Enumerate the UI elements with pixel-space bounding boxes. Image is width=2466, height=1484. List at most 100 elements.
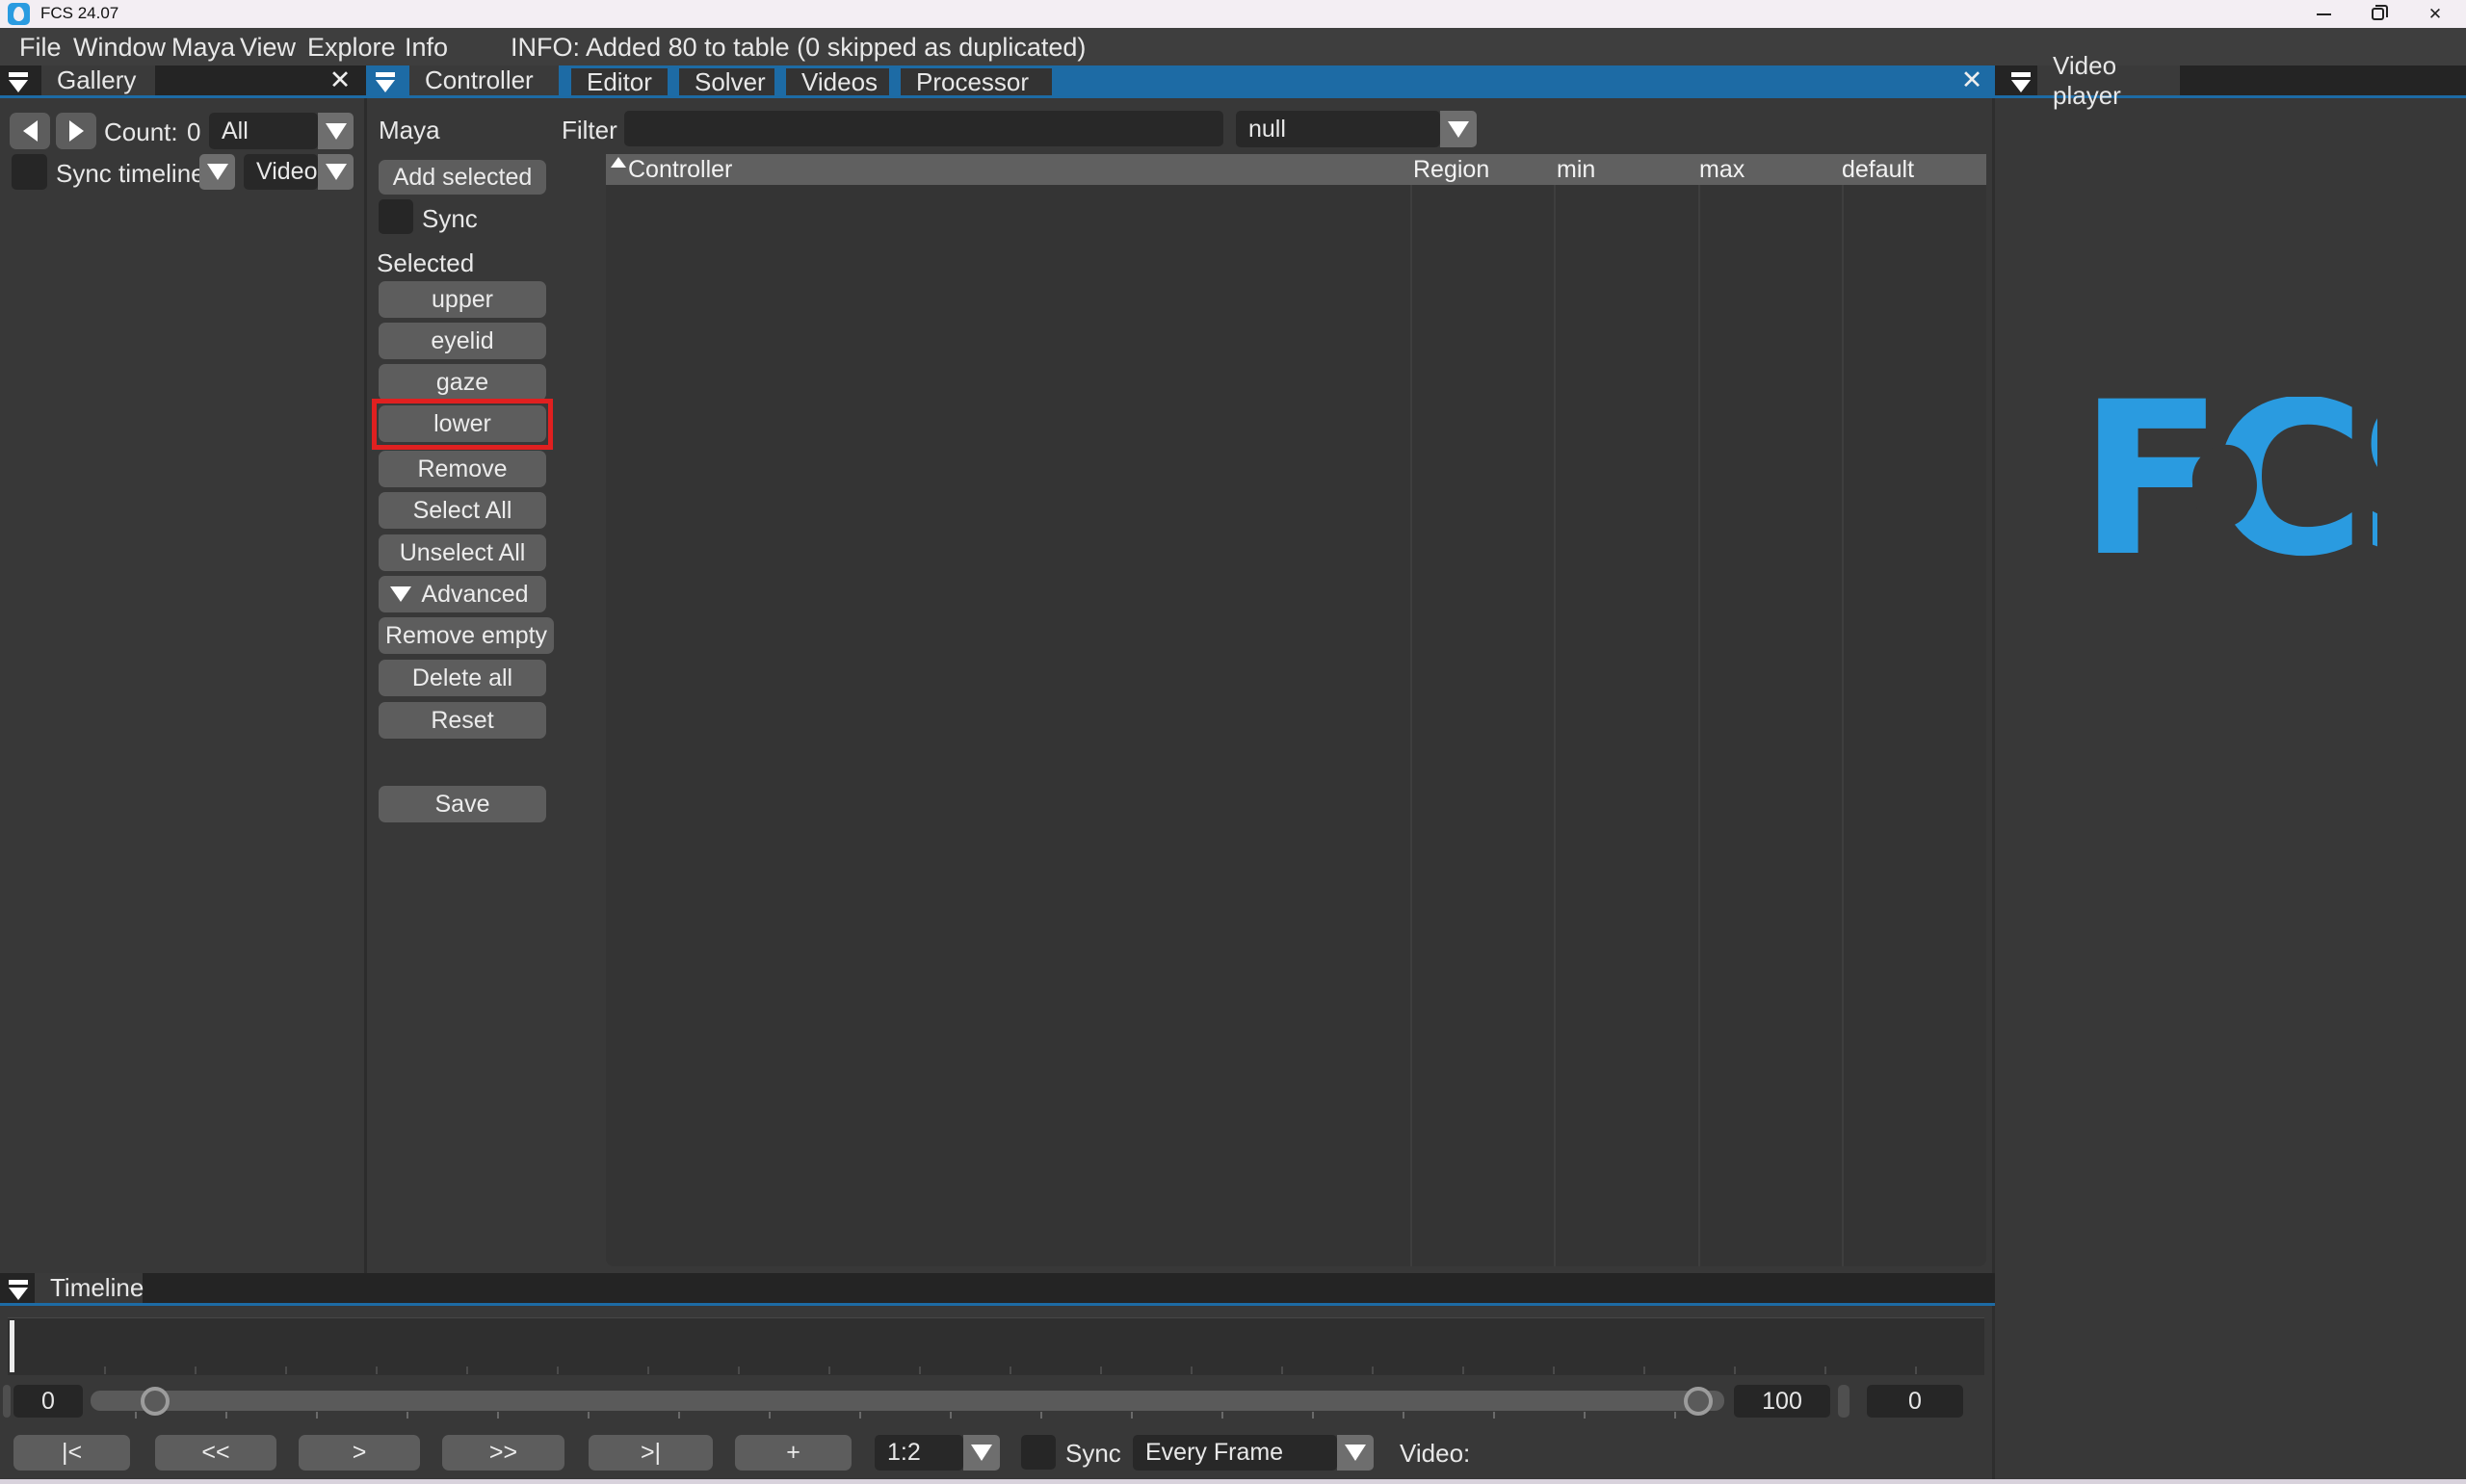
sync-timeline-label: Sync timeline [56,159,205,189]
gallery-next-button[interactable] [56,113,96,149]
splitter-handle[interactable] [3,1385,11,1418]
range-end-field[interactable]: 100 [1734,1385,1830,1418]
collapse-icon[interactable] [375,71,396,92]
controller-panel-header: Controller Editor Solver Videos Processo… [366,65,1995,98]
filter-input[interactable] [624,111,1223,146]
save-button[interactable]: Save [379,786,546,822]
tab-video-player[interactable]: Video player [2037,65,2180,95]
null-dropdown[interactable]: null [1236,111,1440,147]
tab-videos[interactable]: Videos [786,68,889,95]
chevron-down-icon [1345,1445,1366,1461]
minimize-icon [2317,13,2331,15]
ratio-dropdown-arrow[interactable] [963,1435,1000,1471]
controller-table[interactable] [606,185,1986,1266]
sync-timeline-dropdown-arrow[interactable] [199,154,235,190]
collapse-icon[interactable] [8,1279,29,1300]
remove-empty-button[interactable]: Remove empty [379,617,554,654]
timeline-panel-header: Timeline [0,1273,1995,1306]
play-button[interactable]: > [299,1435,420,1471]
column-controller[interactable]: Controller [628,156,732,184]
step-back-button[interactable]: << [155,1435,276,1471]
ratio-dropdown[interactable]: 1:2 [875,1435,963,1471]
advanced-button[interactable]: Advanced [379,576,546,612]
gallery-prev-button[interactable] [10,113,50,149]
menu-maya[interactable]: Maya [171,33,235,63]
timeline-sync-checkbox[interactable] [1021,1435,1056,1470]
range-start-field[interactable]: 0 [13,1385,83,1418]
gallery-video-dropdown-arrow[interactable] [318,154,354,190]
status-message: INFO: Added 80 to table (0 skipped as du… [511,33,1086,63]
highlight-box [372,399,553,450]
remove-button[interactable]: Remove [379,451,546,487]
column-default[interactable]: default [1842,156,1914,184]
column-region[interactable]: Region [1413,156,1489,184]
go-to-end-button[interactable]: >| [589,1435,713,1471]
tab-timeline[interactable]: Timeline [35,1273,143,1303]
select-all-button[interactable]: Select All [379,492,546,529]
menu-explore[interactable]: Explore [307,33,396,63]
collapse-icon[interactable] [8,71,29,92]
playhead[interactable] [10,1320,14,1372]
sync-checkbox[interactable] [379,199,413,234]
splitter-handle[interactable] [1838,1385,1850,1418]
gallery-filter-dropdown[interactable]: All [209,113,318,149]
region-button-gaze[interactable]: gaze [379,364,546,401]
gallery-close-icon[interactable]: ✕ [324,65,356,95]
gallery-panel-header: Gallery ✕ [0,65,366,98]
chevron-down-icon [326,123,347,140]
null-dropdown-arrow[interactable] [1440,111,1477,147]
region-button-eyelid[interactable]: eyelid [379,323,546,359]
gallery-video-dropdown[interactable]: Video [244,154,318,190]
window-bottom-edge [0,1479,2466,1484]
close-button[interactable]: ✕ [2413,0,2457,28]
slider-handle-end[interactable] [1684,1387,1713,1416]
timeline-sync-label: Sync [1065,1439,1121,1469]
column-min[interactable]: min [1557,156,1595,184]
tab-controller[interactable]: Controller [409,65,559,95]
chevron-down-icon [390,586,411,602]
every-frame-dropdown[interactable]: Every Frame [1133,1435,1337,1471]
title-bar: FCS 24.07 ✕ [0,0,2466,28]
restore-icon [2372,8,2384,20]
panel-divider[interactable] [364,98,367,1273]
slider-handle-start[interactable] [141,1387,170,1416]
column-max[interactable]: max [1699,156,1745,184]
controller-close-icon[interactable]: ✕ [1955,65,1988,95]
sync-label: Sync [422,204,478,234]
close-icon: ✕ [2428,5,2442,24]
tab-gallery[interactable]: Gallery [41,65,155,95]
menu-window[interactable]: Window [73,33,166,63]
menu-info[interactable]: Info [405,33,448,63]
menu-file[interactable]: File [19,33,62,63]
delete-all-button[interactable]: Delete all [379,660,546,696]
tab-processor[interactable]: Processor [901,68,1052,95]
current-frame-field[interactable]: 0 [1867,1385,1963,1418]
reset-button[interactable]: Reset [379,702,546,739]
column-divider [1842,185,1844,1266]
go-to-start-button[interactable]: |< [13,1435,130,1471]
tab-solver[interactable]: Solver [679,68,774,95]
column-divider [1410,185,1412,1266]
add-key-button[interactable]: + [735,1435,852,1471]
fcs-logo: FCS [2088,397,2377,570]
gallery-filter-dropdown-arrow[interactable] [318,113,354,149]
step-forward-button[interactable]: >> [442,1435,564,1471]
every-frame-dropdown-arrow[interactable] [1337,1435,1374,1471]
chevron-down-icon [1448,121,1469,138]
minimize-button[interactable] [2301,0,2346,28]
maya-label: Maya [379,116,440,145]
restore-button[interactable] [2355,0,2400,28]
add-selected-button[interactable]: Add selected [379,160,546,195]
table-header[interactable]: Controller Region min max default [606,154,1986,185]
menu-view[interactable]: View [240,33,296,63]
timeline-track[interactable] [8,1317,1984,1375]
region-button-upper[interactable]: upper [379,281,546,318]
window-title: FCS 24.07 [40,4,118,23]
timeline-range-slider[interactable] [91,1391,1724,1411]
app-window: FCS 24.07 ✕ File Window Maya View Explor… [0,0,2466,1484]
chevron-down-icon [971,1445,992,1461]
unselect-all-button[interactable]: Unselect All [379,534,546,571]
tab-editor[interactable]: Editor [571,68,668,95]
collapse-icon[interactable] [2010,71,2032,92]
sync-timeline-checkbox[interactable] [12,154,47,190]
